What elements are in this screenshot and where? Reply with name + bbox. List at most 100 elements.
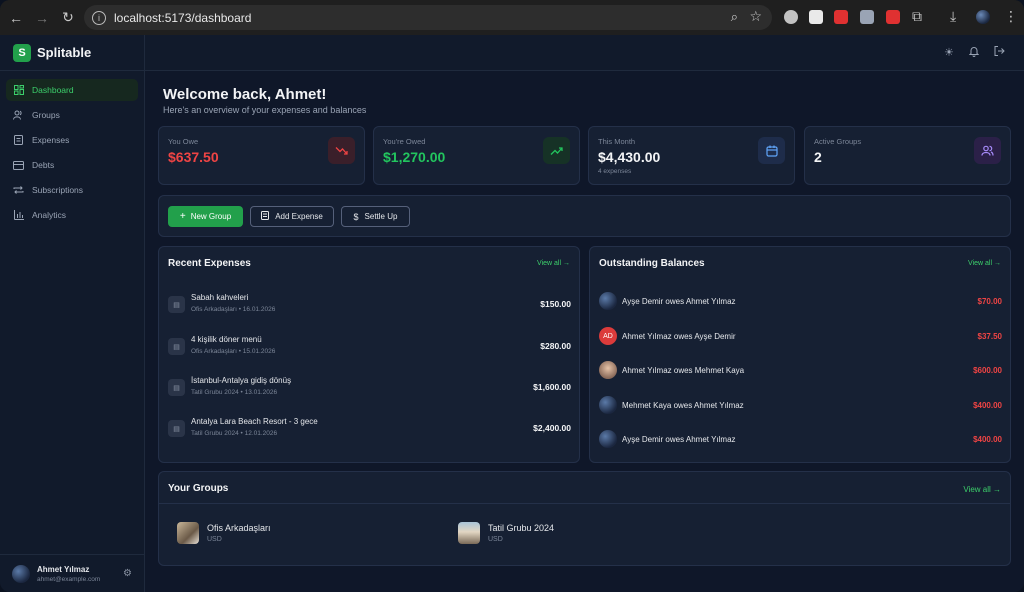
settle-up-label: Settle Up: [364, 212, 398, 221]
group-image: [177, 522, 199, 544]
brand[interactable]: S Splitable: [0, 35, 144, 71]
list-item[interactable]: ▤ 4 kişilik döner menü Ofis Arkadaşları …: [168, 331, 571, 361]
user-profile[interactable]: Ahmet Yılmaz ahmet@example.com ⚙: [0, 554, 144, 592]
expense-title: İstanbul-Antalya gidiş dönüş: [191, 376, 292, 385]
list-item[interactable]: Mehmet Kaya owes Ahmet Yılmaz $400.00: [599, 396, 1002, 416]
user-name: Ahmet Yılmaz: [37, 564, 90, 574]
theme-toggle-icon[interactable]: ☀: [944, 46, 954, 59]
recent-expenses-panel: Recent Expenses View all → ▤ Sabah kahve…: [158, 246, 580, 463]
list-item[interactable]: Ahmet Yılmaz owes Mehmet Kaya $600.00: [599, 361, 1002, 381]
sidebar-item-subscriptions[interactable]: Subscriptions: [6, 179, 138, 201]
expense-title: 4 kişilik döner menü: [191, 335, 262, 344]
top-bar: ☀: [145, 35, 1024, 71]
main-content: Welcome back, Ahmet! Here's an overview …: [145, 71, 1024, 592]
page-title: Welcome back, Ahmet!: [163, 86, 327, 103]
sidebar-item-label: Analytics: [32, 210, 67, 220]
balance-text: Ahmet Yılmaz owes Mehmet Kaya: [622, 366, 745, 375]
extension-icon[interactable]: [886, 10, 900, 24]
expense-amount: $150.00: [540, 299, 571, 309]
sidebar-item-debts[interactable]: Debts: [6, 154, 138, 176]
avatar: AD: [599, 327, 617, 345]
sidebar: S Splitable Dashboard Groups Expenses De…: [0, 35, 145, 592]
expense-meta: Tatil Grubu 2024 • 13.01.2026: [191, 389, 278, 396]
balance-amount: $37.50: [977, 332, 1002, 341]
extensions-puzzle-icon[interactable]: ⧉: [912, 8, 922, 25]
balance-amount: $400.00: [973, 435, 1002, 444]
sidebar-item-dashboard[interactable]: Dashboard: [6, 79, 138, 101]
stat-value: $1,270.00: [383, 149, 446, 165]
credit-card-icon: [13, 160, 24, 171]
extension-icon[interactable]: [784, 10, 798, 24]
brand-name: Splitable: [37, 45, 92, 60]
view-all-link[interactable]: View all →: [968, 260, 1001, 267]
stat-value: $4,430.00: [598, 149, 661, 165]
avatar: [599, 430, 617, 448]
expense-title: Sabah kahveleri: [191, 293, 249, 302]
users-icon: [974, 137, 1001, 164]
balance-text: Ayşe Demir owes Ahmet Yılmaz: [622, 435, 736, 444]
calendar-icon: [758, 137, 785, 164]
balance-amount: $400.00: [973, 401, 1002, 410]
bell-icon[interactable]: [968, 46, 980, 60]
panel-title: Outstanding Balances: [599, 258, 705, 269]
reload-icon[interactable]: ↻: [57, 7, 79, 29]
address-bar[interactable]: i localhost:5173/dashboard ⌕ ☆: [84, 5, 772, 30]
group-card-ofis[interactable]: Ofis Arkadaşları USD: [177, 520, 437, 548]
new-group-label: New Group: [190, 212, 232, 221]
sidebar-item-label: Groups: [32, 110, 60, 120]
url-text[interactable]: localhost:5173/dashboard: [114, 11, 251, 25]
list-item[interactable]: ▤ Sabah kahveleri Ofis Arkadaşları • 16.…: [168, 289, 571, 319]
avatar: [599, 396, 617, 414]
extension-icon[interactable]: [809, 10, 823, 24]
app-root: S Splitable Dashboard Groups Expenses De…: [0, 35, 1024, 592]
dashboard-icon: [13, 85, 24, 96]
download-icon[interactable]: ⤓: [950, 8, 956, 25]
new-group-button[interactable]: + New Group: [168, 206, 243, 227]
avatar: [599, 361, 617, 379]
sidebar-item-expenses[interactable]: Expenses: [6, 129, 138, 151]
list-item[interactable]: Ayşe Demir owes Ahmet Yılmaz $400.00: [599, 430, 1002, 450]
list-item[interactable]: AD Ahmet Yılmaz owes Ayşe Demir $37.50: [599, 327, 1002, 347]
view-all-link[interactable]: View all →: [537, 260, 570, 267]
balance-text: Ahmet Yılmaz owes Ayşe Demir: [622, 332, 736, 341]
group-name: Ofis Arkadaşları: [207, 523, 271, 533]
receipt-icon: ▤: [168, 296, 185, 313]
stat-value: $637.50: [168, 149, 219, 165]
gear-icon[interactable]: ⚙: [123, 568, 132, 579]
logout-icon[interactable]: [994, 46, 1005, 59]
sidebar-item-label: Debts: [32, 160, 55, 170]
add-expense-button[interactable]: Add Expense: [250, 206, 334, 227]
zoom-icon[interactable]: ⌕: [731, 9, 738, 25]
stat-value: 2: [814, 149, 822, 165]
list-item[interactable]: ▤ Antalya Lara Beach Resort - 3 gece Tat…: [168, 413, 571, 443]
bar-chart-icon: [13, 210, 24, 221]
forward-icon[interactable]: →: [31, 7, 53, 29]
receipt-icon: ▤: [168, 338, 185, 355]
back-icon[interactable]: ←: [5, 7, 27, 29]
list-item[interactable]: ▤ İstanbul-Antalya gidiş dönüş Tatil Gru…: [168, 372, 571, 402]
your-groups-panel: Your Groups View all → Ofis Arkadaşları …: [158, 471, 1011, 566]
bookmark-star-icon[interactable]: ☆: [749, 8, 762, 25]
stat-label: Active Groups: [814, 137, 862, 146]
sidebar-item-analytics[interactable]: Analytics: [6, 204, 138, 226]
group-image: [458, 522, 480, 544]
quick-actions: + New Group Add Expense $ Settle Up: [158, 195, 1011, 237]
page-subtitle: Here's an overview of your expenses and …: [163, 105, 367, 115]
panel-title: Your Groups: [168, 483, 229, 494]
stat-label: You're Owed: [383, 137, 426, 146]
outstanding-balances-panel: Outstanding Balances View all → Ayşe Dem…: [589, 246, 1011, 463]
panel-title: Recent Expenses: [168, 258, 251, 269]
sidebar-nav: Dashboard Groups Expenses Debts Subscrip…: [0, 71, 144, 237]
users-icon: [13, 110, 24, 121]
extension-icon[interactable]: [860, 10, 874, 24]
site-info-icon[interactable]: i: [92, 10, 106, 25]
balance-text: Ayşe Demir owes Ahmet Yılmaz: [622, 297, 736, 306]
profile-avatar[interactable]: [976, 10, 990, 24]
view-all-link[interactable]: View all →: [963, 485, 1001, 494]
group-card-tatil[interactable]: Tatil Grubu 2024 USD: [458, 520, 718, 548]
settle-up-button[interactable]: $ Settle Up: [341, 206, 410, 227]
sidebar-item-groups[interactable]: Groups: [6, 104, 138, 126]
menu-kebab-icon[interactable]: ⋮: [1004, 8, 1018, 25]
list-item[interactable]: Ayşe Demir owes Ahmet Yılmaz $70.00: [599, 292, 1002, 312]
extension-icon[interactable]: [834, 10, 848, 24]
